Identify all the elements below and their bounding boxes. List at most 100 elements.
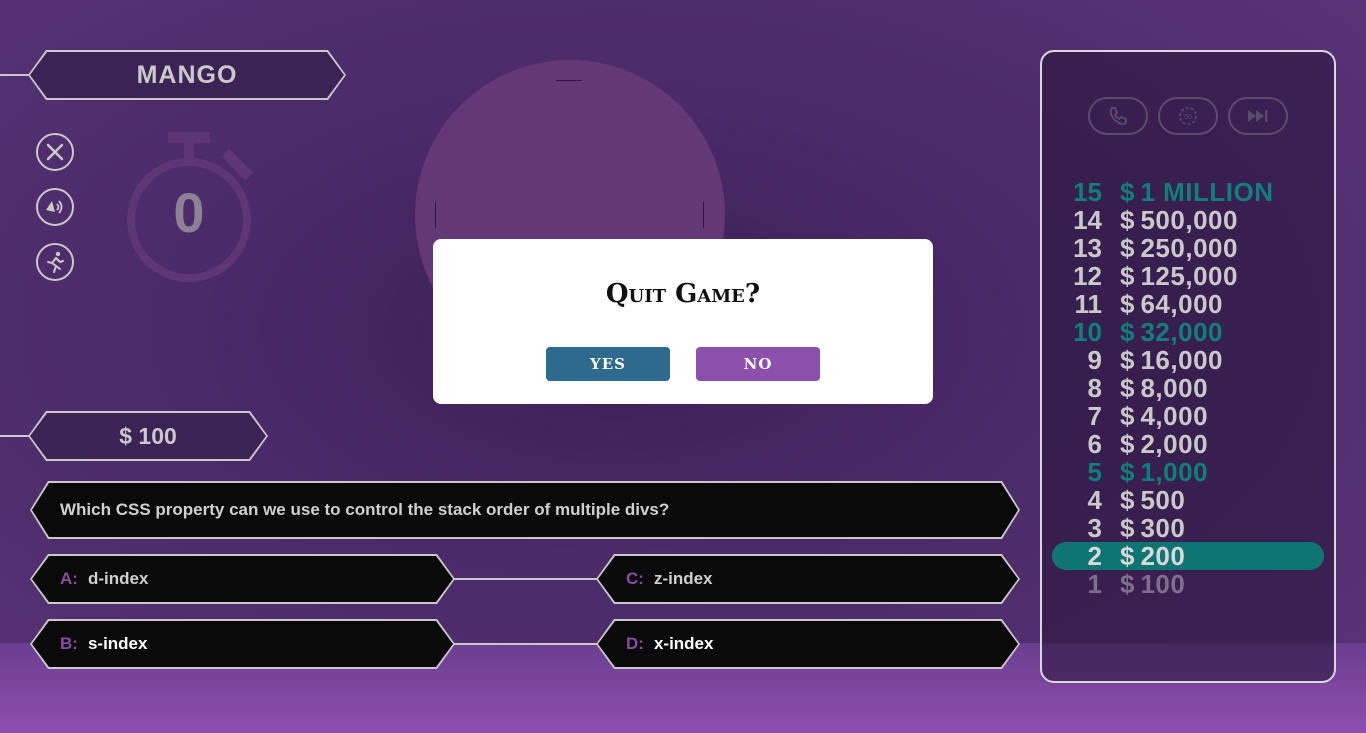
- ladder-level: 8: [1087, 372, 1102, 403]
- circle-line: [703, 202, 704, 228]
- ladder-amount: 100: [1140, 568, 1186, 599]
- answer-option-b[interactable]: B: s-index: [30, 619, 455, 669]
- ladder-row: 2 $200: [1052, 540, 1324, 571]
- ladder-row: 1 $100: [1052, 568, 1324, 599]
- ladder-amount: 500,000: [1140, 204, 1238, 235]
- ladder-row: 14 $500,000: [1052, 204, 1324, 235]
- ladder-currency: $: [1120, 176, 1135, 207]
- ladder-row: 4 $500: [1052, 484, 1324, 515]
- ladder-row: 8 $8,000: [1052, 372, 1324, 403]
- ladder-row: 10 $32,000: [1052, 316, 1324, 347]
- ladder-currency: $: [1120, 344, 1135, 375]
- ladder-amount: 64,000: [1140, 288, 1223, 319]
- ladder-level: 2: [1087, 540, 1102, 571]
- close-icon: [46, 143, 64, 161]
- ladder-level: 1: [1087, 568, 1102, 599]
- ladder-amount: 4,000: [1140, 400, 1209, 431]
- ladder-amount: 300: [1140, 512, 1186, 543]
- ladder-currency: $: [1120, 568, 1135, 599]
- ladder-currency: $: [1120, 456, 1135, 487]
- sound-button[interactable]: [36, 188, 74, 226]
- circle-line: [435, 202, 436, 228]
- ladder-level: 5: [1087, 456, 1102, 487]
- ladder-amount: 250,000: [1140, 232, 1238, 263]
- circle-line: [556, 80, 582, 81]
- lifeline-phone[interactable]: [1088, 97, 1148, 135]
- svg-text:50: 50: [1184, 114, 1192, 121]
- ladder-level: 10: [1073, 316, 1102, 347]
- ladder-amount: 32,000: [1140, 316, 1223, 347]
- answer-text: s-index: [87, 634, 148, 653]
- ladder-level: 7: [1087, 400, 1102, 431]
- ladder-amount: 500: [1140, 484, 1186, 515]
- ladder-level: 12: [1073, 260, 1102, 291]
- prize-ladder: 15 $1 MILLION 14 $500,000 13 $250,000 12 $125,0…: [1052, 176, 1324, 599]
- ladder-row: 7 $4,000: [1052, 400, 1324, 431]
- answer-text: x-index: [653, 634, 714, 653]
- ladder-level: 14: [1073, 204, 1102, 235]
- answer-option-d[interactable]: D: x-index: [596, 619, 1020, 669]
- answer-option-c[interactable]: C: z-index: [596, 554, 1020, 604]
- ladder-row: 12 $125,000: [1052, 260, 1324, 291]
- answer-text: z-index: [653, 569, 713, 588]
- question-bar: Which CSS property can we use to control…: [30, 481, 1020, 539]
- ladder-amount: 1,000: [1140, 456, 1209, 487]
- ladder-row: 6 $2,000: [1052, 428, 1324, 459]
- current-prize: $ 100: [119, 422, 177, 449]
- ladder-currency: $: [1120, 316, 1135, 347]
- current-prize-bar: $ 100: [28, 411, 268, 461]
- question-text: Which CSS property can we use to control…: [60, 500, 670, 519]
- stopwatch-timer: 0: [122, 128, 256, 284]
- ladder-row: 15 $1 MILLION: [1052, 176, 1324, 207]
- answer-letter: D:: [626, 634, 644, 653]
- answer-option-a[interactable]: A: d-index: [30, 554, 455, 604]
- ladder-level: 3: [1087, 512, 1102, 543]
- ladder-currency: $: [1120, 204, 1135, 235]
- ladder-level: 11: [1074, 288, 1103, 319]
- ladder-currency: $: [1120, 428, 1135, 459]
- quit-dialog: Quit Game? YES NO: [433, 239, 933, 404]
- money-ladder-panel: 50 15 $1 MILLION 14 $500,000 13 $250,000 12 $12…: [1040, 50, 1336, 683]
- phone-icon: [1109, 107, 1127, 125]
- lifeline-skip[interactable]: [1228, 97, 1288, 135]
- sound-icon: [46, 200, 63, 214]
- ladder-currency: $: [1120, 232, 1135, 263]
- no-button[interactable]: NO: [696, 347, 820, 381]
- answer-letter: B:: [60, 634, 78, 653]
- timer-value: 0: [173, 181, 205, 244]
- answer-connector-line: [450, 643, 602, 645]
- ladder-level: 4: [1087, 484, 1102, 515]
- ladder-row: 5 $1,000: [1052, 456, 1324, 487]
- lifeline-fifty-fifty[interactable]: 50: [1158, 97, 1218, 135]
- yes-button[interactable]: YES: [546, 347, 670, 381]
- ladder-currency: $: [1120, 540, 1135, 571]
- ladder-currency: $: [1120, 484, 1135, 515]
- answer-letter: A:: [60, 569, 78, 588]
- ladder-level: 6: [1087, 428, 1102, 459]
- ladder-amount: 8,000: [1140, 372, 1209, 403]
- ladder-row: 9 $16,000: [1052, 344, 1324, 375]
- player-name-bar: MANGO: [28, 50, 346, 100]
- ladder-currency: $: [1120, 372, 1135, 403]
- ladder-amount: 125,000: [1140, 260, 1238, 291]
- answer-connector-line: [450, 578, 602, 580]
- ladder-row: 3 $300: [1052, 512, 1324, 543]
- ladder-level: 15: [1073, 176, 1102, 207]
- ladder-amount: 16,000: [1140, 344, 1223, 375]
- ladder-currency: $: [1120, 512, 1135, 543]
- answer-text: d-index: [87, 569, 149, 588]
- ladder-currency: $: [1120, 288, 1135, 319]
- walk-away-button[interactable]: [36, 243, 74, 281]
- dialog-title: Quit Game?: [605, 279, 761, 309]
- ladder-amount: 2,000: [1140, 428, 1209, 459]
- quit-button[interactable]: [36, 133, 74, 171]
- running-man-icon: [47, 251, 64, 273]
- ladder-amount: 200: [1140, 540, 1186, 571]
- fifty-fifty-icon: 50: [1179, 107, 1197, 125]
- skip-icon: [1248, 110, 1268, 122]
- ladder-row: 13 $250,000: [1052, 232, 1324, 263]
- answer-letter: C:: [626, 569, 644, 588]
- ladder-amount: 1 MILLION: [1140, 176, 1274, 207]
- ladder-level: 13: [1073, 232, 1102, 263]
- ladder-level: 9: [1087, 344, 1102, 375]
